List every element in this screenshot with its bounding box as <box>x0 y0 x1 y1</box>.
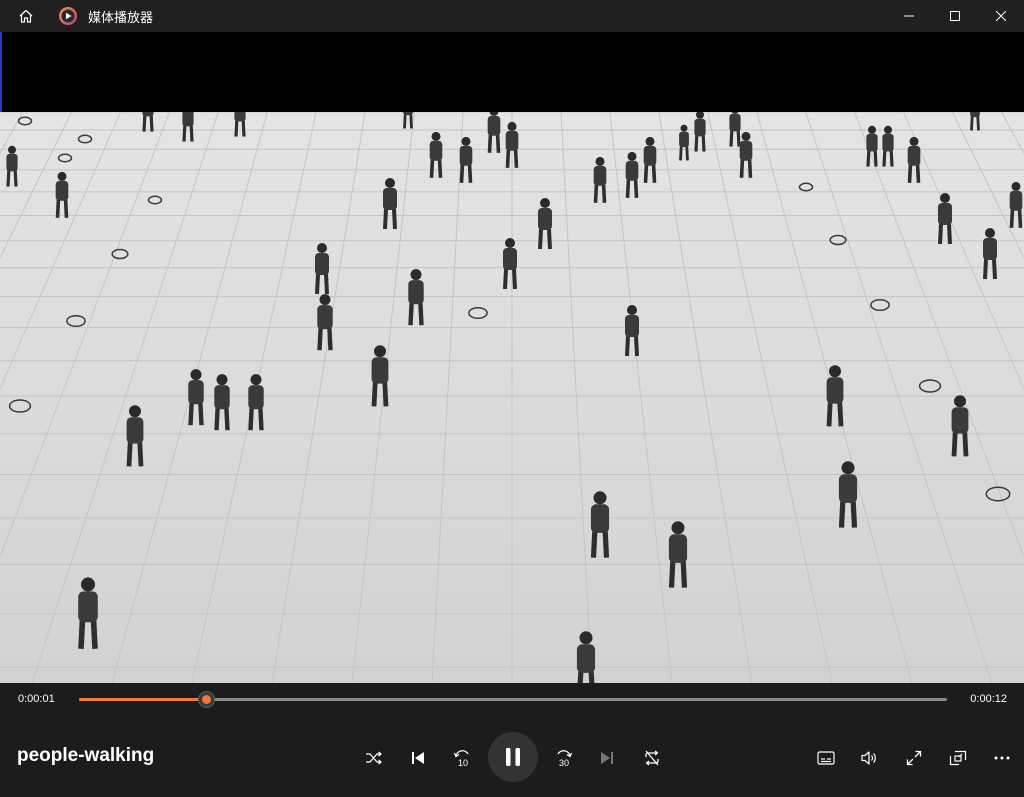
volume-icon <box>861 750 879 766</box>
pause-button[interactable] <box>488 732 538 782</box>
repeat-button[interactable] <box>637 743 667 773</box>
previous-button[interactable] <box>403 743 433 773</box>
fullscreen-button[interactable] <box>899 743 929 773</box>
media-player-app-icon <box>58 6 78 26</box>
fullscreen-icon <box>906 750 922 766</box>
volume-button[interactable] <box>855 743 885 773</box>
title-bar: 媒体播放器 <box>0 0 1024 32</box>
seek-thumb[interactable] <box>197 691 215 708</box>
maximize-icon <box>950 11 960 21</box>
repeat-off-icon <box>643 749 661 767</box>
mini-player-button[interactable] <box>943 743 973 773</box>
maximize-button[interactable] <box>932 0 978 32</box>
shuffle-icon <box>365 751 383 765</box>
subtitles-icon <box>817 751 835 765</box>
subtitles-button[interactable] <box>811 743 841 773</box>
next-icon <box>599 750 615 766</box>
rewind-10-label: 10 <box>458 758 468 768</box>
video-letterbox <box>0 32 1024 112</box>
home-icon <box>18 8 34 24</box>
window-title: 媒体播放器 <box>88 9 154 25</box>
pause-icon <box>504 747 522 767</box>
rewind-10-icon: 10 <box>452 748 472 768</box>
close-button[interactable] <box>978 0 1024 32</box>
rewind-10-button[interactable]: 10 <box>447 743 477 773</box>
forward-30-button[interactable]: 30 <box>549 743 579 773</box>
video-frame <box>0 112 1024 683</box>
home-button[interactable] <box>0 0 52 32</box>
previous-icon <box>410 750 426 766</box>
shuffle-button[interactable] <box>359 743 389 773</box>
seek-bar[interactable] <box>79 691 947 708</box>
minimize-icon <box>904 11 914 21</box>
forward-30-icon: 30 <box>554 748 574 768</box>
current-time: 0:00:01 <box>18 693 55 705</box>
next-button[interactable] <box>592 743 622 773</box>
video-viewport[interactable] <box>0 32 1024 683</box>
minimize-button[interactable] <box>886 0 932 32</box>
forward-30-label: 30 <box>559 758 569 768</box>
more-button[interactable] <box>987 743 1017 773</box>
duration-time: 0:00:12 <box>970 693 1007 705</box>
playback-controls: 0:00:01 0:00:12 people-walking 10 30 <box>0 683 1024 797</box>
media-title: people-walking <box>17 745 155 766</box>
video-frame-image <box>0 112 1024 683</box>
seek-progress <box>79 698 206 701</box>
close-icon <box>996 11 1006 21</box>
more-icon <box>994 756 1010 760</box>
mini-player-icon <box>949 750 967 766</box>
